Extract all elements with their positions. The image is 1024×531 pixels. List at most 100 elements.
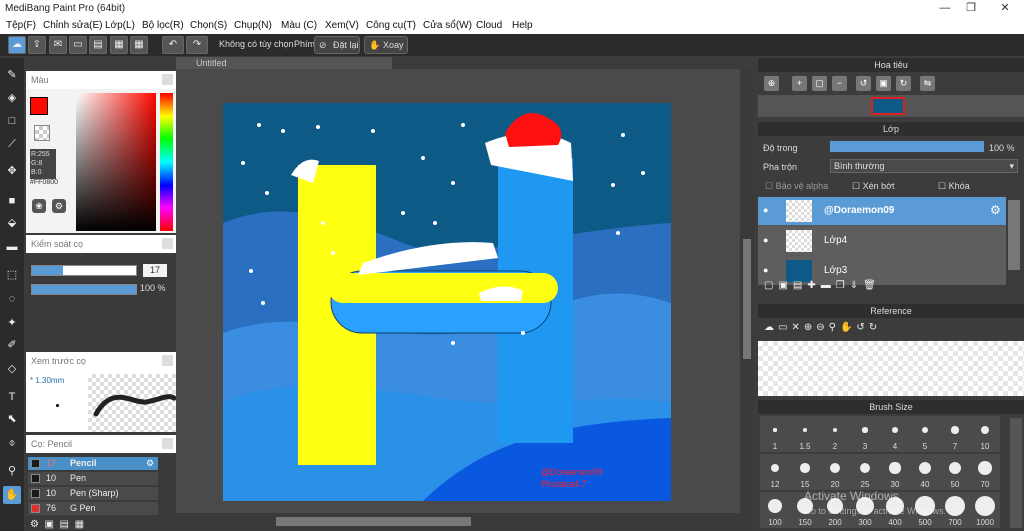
zoom-in-icon[interactable]: +	[792, 76, 807, 91]
menu-file[interactable]: Tệp(F)	[6, 20, 36, 31]
horizontal-scroll-thumb[interactable]	[276, 517, 471, 526]
folder-icon[interactable]: ▬	[821, 280, 836, 291]
gradient-tool-icon[interactable]: ▬	[3, 238, 21, 256]
select-pen-icon[interactable]: ✐	[3, 336, 21, 354]
rotate-ref-icon[interactable]: ↺	[856, 322, 868, 333]
menu-tools[interactable]: Công cụ(T)	[366, 20, 416, 31]
rotate2-ref-icon[interactable]: ↻	[869, 322, 881, 333]
fit-window-icon[interactable]: ▣	[876, 76, 891, 91]
fill-rect-tool-icon[interactable]: ■	[3, 192, 21, 210]
new-brush-icon[interactable]: ▣	[45, 519, 54, 530]
clipping-checkbox[interactable]: ☐ Xén bớt	[852, 181, 895, 192]
delete-icon[interactable]: 🗑	[863, 280, 881, 291]
visibility-icon[interactable]: ●	[763, 205, 768, 215]
brush-size-cell[interactable]: 12	[760, 454, 790, 490]
rotate-right-icon[interactable]: ↻	[896, 76, 911, 91]
brush-size-cell[interactable]: 50	[940, 454, 970, 490]
move-tool-icon[interactable]: ✥	[3, 162, 21, 180]
layer-icon[interactable]: ▭	[69, 36, 87, 54]
lasso-tool-icon[interactable]: ◌	[3, 290, 21, 308]
zoom-fit-icon[interactable]: ▢	[812, 76, 827, 91]
brush-size-cell[interactable]: 1	[760, 416, 790, 452]
brush-size-cell[interactable]: 4	[880, 416, 910, 452]
dropper-icon[interactable]: ⚲	[3, 462, 21, 480]
menu-help[interactable]: Help	[512, 20, 533, 31]
cloud-open-icon[interactable]: ☁	[764, 322, 778, 333]
redo-icon[interactable]: ↷	[186, 36, 208, 54]
hand-tool-icon[interactable]: ✋	[3, 486, 21, 504]
flip-icon[interactable]: ⇋	[920, 76, 935, 91]
comment-icon[interactable]: ✉	[49, 36, 67, 54]
share-icon[interactable]: ⇪	[28, 36, 46, 54]
merge-icon[interactable]: ⇓	[850, 280, 863, 291]
brush-size-cell[interactable]: 20	[820, 454, 850, 490]
brush-size-cell[interactable]: 7	[940, 416, 970, 452]
folder-brush-icon[interactable]: ▦	[75, 519, 84, 530]
brush-size-scrollbar[interactable]	[1010, 418, 1022, 528]
primary-color-swatch[interactable]	[30, 97, 48, 115]
brush-size-cell[interactable]: 1000	[970, 492, 1000, 528]
palette-icon[interactable]: ❀	[32, 199, 46, 213]
brush-size-value[interactable]: 17	[143, 264, 167, 277]
zoom-in-ref-icon[interactable]: ⊕	[804, 322, 816, 333]
hue-slider[interactable]	[160, 93, 173, 231]
gear-icon[interactable]: ⚙	[146, 457, 154, 470]
brush-size-cell[interactable]: 10	[970, 416, 1000, 452]
add-layer-icon[interactable]: ✚	[807, 280, 820, 291]
menu-color[interactable]: Màu (C)	[281, 20, 317, 31]
secondary-color-swatch[interactable]	[34, 125, 50, 141]
lock-checkbox[interactable]: ☐ Khóa	[938, 181, 970, 192]
document-icon[interactable]: ▤	[89, 36, 107, 54]
brush-size-cell[interactable]: 100	[760, 492, 790, 528]
brush-list-item[interactable]: 17 Pencil ⚙	[28, 457, 158, 470]
rotate-left-icon[interactable]: ↺	[856, 76, 871, 91]
operation-tool-icon[interactable]: ⬉	[3, 410, 21, 428]
artwork-canvas[interactable]: @Doraemon09 Pirulana4.7	[223, 103, 671, 501]
brush-size-cell[interactable]: 2	[820, 416, 850, 452]
magic-wand-icon[interactable]: ✦	[3, 314, 21, 332]
close-ref-icon[interactable]: ✕	[791, 322, 803, 333]
brush-size-cell[interactable]: 15	[790, 454, 820, 490]
menu-edit[interactable]: Chỉnh sửa(E)	[43, 20, 103, 31]
brush-size-cell[interactable]: 70	[970, 454, 1000, 490]
layer-scrollbar[interactable]	[1008, 200, 1020, 270]
color-picker-icon[interactable]: ⚙	[52, 199, 66, 213]
protect-alpha-checkbox[interactable]: ☐ Bảo vệ alpha	[765, 181, 828, 192]
dropper-ref-icon[interactable]: ⚲	[829, 322, 840, 333]
open-folder-icon[interactable]: ▭	[778, 322, 791, 333]
menu-cloud[interactable]: Cloud	[476, 20, 502, 31]
panel-menu-icon[interactable]	[162, 355, 173, 366]
reset-button[interactable]: ⊘ Đặt lại	[314, 36, 360, 54]
brush-opacity-value[interactable]: 100 %	[140, 283, 166, 293]
grid2-icon[interactable]: ▦	[130, 36, 148, 54]
select-eraser-icon[interactable]: ◇	[3, 360, 21, 378]
duplicate-icon[interactable]: ❐	[836, 280, 850, 291]
cloud-icon[interactable]: ☁	[8, 36, 26, 54]
brush-size-cell[interactable]: 30	[880, 454, 910, 490]
brush-size-cell[interactable]: 3	[850, 416, 880, 452]
new-layer-icon[interactable]: ▢	[764, 280, 778, 291]
brush-opacity-slider[interactable]	[31, 284, 137, 295]
brush-tool-icon[interactable]: ✎	[3, 66, 21, 84]
menu-view[interactable]: Xem(V)	[325, 20, 359, 31]
rotate-button[interactable]: ✋ Xoay	[364, 36, 408, 54]
text-tool-icon[interactable]: T	[3, 388, 21, 406]
undo-icon[interactable]: ↶	[162, 36, 184, 54]
horizontal-scrollbar[interactable]	[176, 513, 740, 531]
eraser-tool-icon[interactable]: ◈	[3, 89, 21, 107]
menu-snap[interactable]: Chụp(N)	[234, 20, 272, 31]
layer-row[interactable]: ● @Doraemon09 ⚙	[758, 197, 1006, 225]
copy-layer-icon[interactable]: ▤	[793, 280, 807, 291]
panel-menu-icon[interactable]	[162, 74, 173, 85]
add-brush-icon[interactable]: ⚙	[30, 519, 39, 530]
brush-list-item[interactable]: 10 Pen	[28, 472, 158, 485]
close-button[interactable]: ✕	[990, 0, 1020, 17]
copy-brush-icon[interactable]: ▤	[60, 519, 69, 530]
menu-layer[interactable]: Lớp(L)	[105, 20, 135, 31]
select-tool-icon[interactable]: ⬚	[3, 266, 21, 284]
new-layer2-icon[interactable]: ▣	[778, 280, 792, 291]
eyedropper-tool-icon[interactable]: ⌽	[3, 434, 21, 452]
panel-menu-icon[interactable]	[162, 438, 173, 449]
hand-ref-icon[interactable]: ✋	[840, 322, 856, 333]
menu-window[interactable]: Cửa sổ(W)	[423, 20, 472, 31]
